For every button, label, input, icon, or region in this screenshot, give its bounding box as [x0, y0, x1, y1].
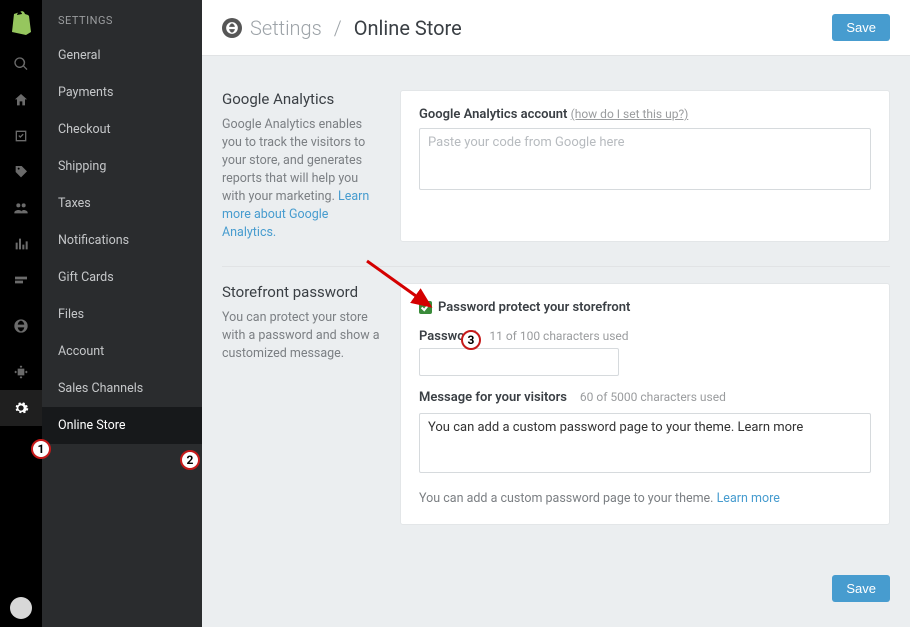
- sp-password-hint: 11 of 100 characters used: [489, 329, 628, 343]
- customers-icon[interactable]: [0, 190, 42, 226]
- settings-icon[interactable]: [0, 390, 42, 426]
- sidebar-item-online-store[interactable]: Online Store: [42, 407, 202, 444]
- section-google-analytics: Google Analytics Google Analytics enable…: [222, 74, 890, 266]
- sp-note: You can add a custom password page to yo…: [419, 491, 871, 506]
- home-icon[interactable]: [0, 82, 42, 118]
- sidebar-item-general[interactable]: General: [42, 37, 202, 74]
- ga-setup-link[interactable]: (how do I set this up?): [571, 107, 689, 121]
- ga-title: Google Analytics: [222, 90, 380, 110]
- discounts-icon[interactable]: [0, 262, 42, 298]
- sp-protect-checkbox[interactable]: [419, 301, 432, 314]
- sidebar-item-account[interactable]: Account: [42, 333, 202, 370]
- ga-description: Google Analytics enables you to track th…: [222, 116, 380, 243]
- ga-code-input[interactable]: [419, 128, 871, 190]
- ga-account-label: Google Analytics account: [419, 107, 567, 122]
- orders-icon[interactable]: [0, 118, 42, 154]
- sp-msg-hint: 60 of 5000 characters used: [580, 390, 726, 404]
- sp-password-input[interactable]: [419, 348, 619, 376]
- apps-icon[interactable]: [0, 354, 42, 390]
- reports-icon[interactable]: [0, 226, 42, 262]
- sp-description: You can protect your store with a passwo…: [222, 309, 380, 363]
- sidebar-item-sales-channels[interactable]: Sales Channels: [42, 370, 202, 407]
- sidebar-item-taxes[interactable]: Taxes: [42, 185, 202, 222]
- shopify-logo[interactable]: [9, 10, 33, 38]
- sidebar-item-payments[interactable]: Payments: [42, 74, 202, 111]
- sidebar-item-files[interactable]: Files: [42, 296, 202, 333]
- sp-msg-label: Message for your visitors: [419, 390, 567, 405]
- main-content: Settings / Online Store Save Google Anal…: [202, 0, 910, 627]
- save-button-footer[interactable]: Save: [832, 575, 890, 602]
- sidebar-item-notifications[interactable]: Notifications: [42, 222, 202, 259]
- settings-sidebar: SETTINGS General Payments Checkout Shipp…: [42, 0, 202, 627]
- breadcrumb-current: Online Store: [354, 16, 462, 40]
- sidebar-item-gift-cards[interactable]: Gift Cards: [42, 259, 202, 296]
- search-icon[interactable]: [0, 46, 42, 82]
- page-header: Settings / Online Store Save: [202, 0, 910, 56]
- sp-msg-input[interactable]: [419, 413, 871, 473]
- sp-password-label: Password: [419, 329, 476, 344]
- save-button[interactable]: Save: [832, 14, 890, 41]
- breadcrumb-settings[interactable]: Settings: [250, 16, 322, 40]
- globe-icon: [222, 18, 242, 38]
- sp-title: Storefront password: [222, 283, 380, 303]
- online-store-icon[interactable]: [0, 308, 42, 344]
- icon-rail: [0, 0, 42, 627]
- user-avatar[interactable]: [0, 597, 42, 619]
- sidebar-item-checkout[interactable]: Checkout: [42, 111, 202, 148]
- tag-icon[interactable]: [0, 154, 42, 190]
- sidebar-heading: SETTINGS: [42, 0, 202, 37]
- sp-learn-more-link[interactable]: Learn more: [717, 491, 780, 506]
- section-storefront-password: Storefront password You can protect your…: [222, 266, 890, 549]
- sp-checkbox-label: Password protect your storefront: [438, 300, 630, 315]
- sidebar-item-shipping[interactable]: Shipping: [42, 148, 202, 185]
